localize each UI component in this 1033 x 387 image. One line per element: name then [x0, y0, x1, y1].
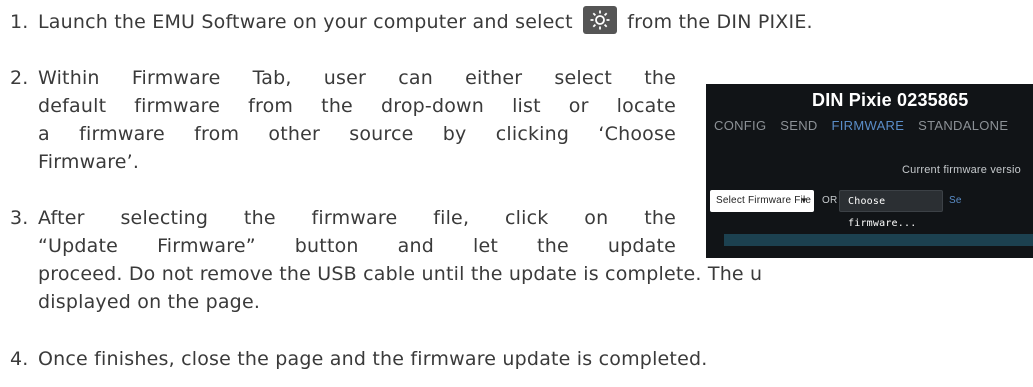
tab-standalone[interactable]: STANDALONE — [918, 118, 1008, 133]
tab-bar: CONFIG SEND FIRMWARE STANDALONE — [714, 118, 1018, 133]
choose-firmware-button[interactable]: Choose firmware... — [839, 190, 943, 229]
firmware-select[interactable]: Select Firmware File ▼ — [710, 190, 814, 212]
progress-bar — [724, 234, 1033, 246]
tab-send[interactable]: SEND — [780, 118, 817, 133]
step-2-line-2: default firmware from the drop-down list… — [38, 95, 676, 117]
step-number: 1. — [10, 11, 29, 33]
tab-config[interactable]: CONFIG — [714, 118, 766, 133]
step-text: After selecting the firmware file, click… — [38, 207, 676, 229]
or-label: OR — [822, 195, 838, 206]
settings-gear-icon — [583, 6, 618, 34]
step-4: 4. Once finishes, close the page and the … — [10, 347, 707, 371]
device-title: DIN Pixie 0235865 — [812, 90, 969, 110]
select-link[interactable]: Se — [949, 195, 962, 206]
step-number: 4. — [10, 348, 29, 370]
step-3-line-4: displayed on the page. — [38, 291, 261, 313]
step-2-line-4: Firmware’. — [38, 151, 140, 173]
step-3-line-1: 3. After selecting the firmware file, cli… — [10, 206, 676, 230]
step-text: Within Firmware Tab, user can either sel… — [38, 67, 676, 89]
firmware-screenshot: DIN Pixie 0235865 CONFIG SEND FIRMWARE S… — [706, 84, 1033, 258]
step-1: 1. Launch the EMU Software on your comput… — [10, 6, 813, 34]
chevron-down-icon: ▼ — [799, 196, 808, 205]
step-3-line-3: proceed. Do not remove the USB cable unt… — [38, 263, 763, 285]
step-2-line-1: 2. Within Firmware Tab, user can either s… — [10, 66, 676, 90]
firmware-select-value: Select Firmware File — [716, 195, 812, 206]
step-2-line-3: a firmware from other source by clicking… — [38, 123, 676, 145]
step-text: Once finishes, close the page and the fi… — [38, 348, 708, 370]
step-number: 2. — [10, 67, 29, 89]
step-3-line-2: “Update Firmware” button and let the upd… — [38, 235, 676, 257]
step-text-continued: from the DIN PIXIE. — [627, 11, 813, 33]
step-text: Launch the EMU Software on your computer… — [38, 11, 573, 33]
firmware-version-label: Current firmware versio — [902, 164, 1021, 176]
step-number: 3. — [10, 207, 29, 229]
tab-firmware[interactable]: FIRMWARE — [832, 118, 905, 133]
